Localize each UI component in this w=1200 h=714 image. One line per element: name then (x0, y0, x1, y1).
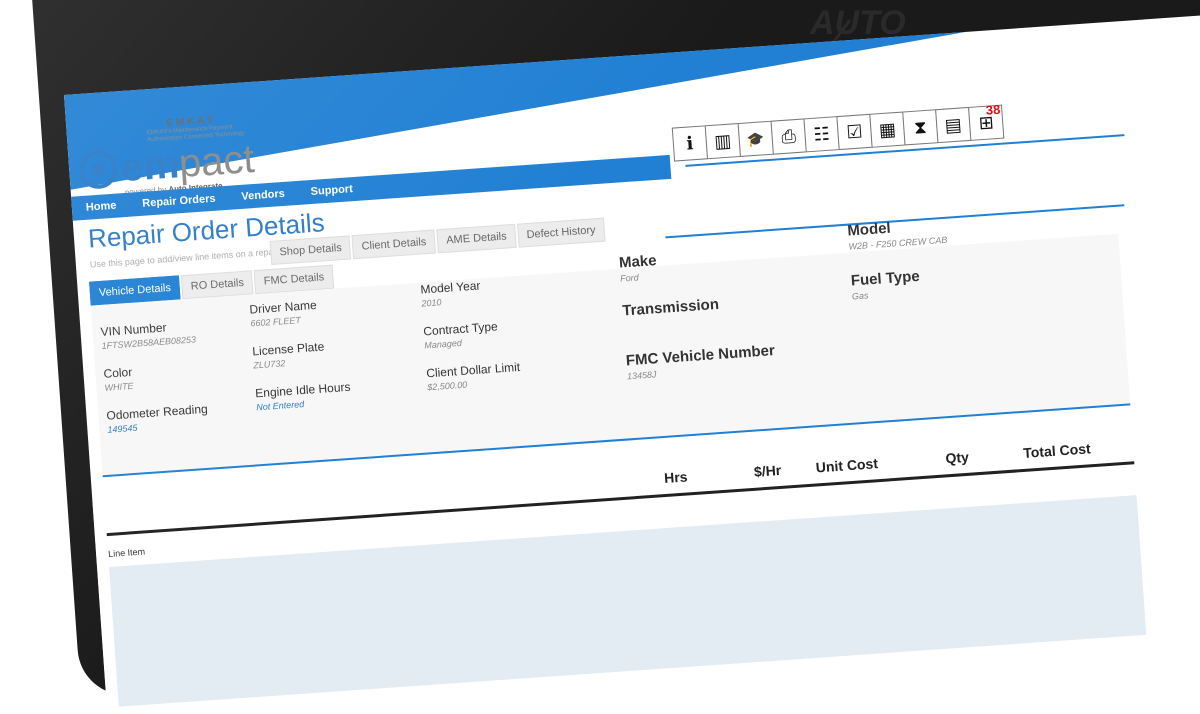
tab-defect-history[interactable]: Defect History (516, 217, 606, 248)
color-field: Color WHITE (103, 365, 134, 393)
color-label: Color (103, 364, 133, 381)
make-value: Ford (619, 272, 639, 284)
approve-button[interactable]: ☑ (836, 113, 873, 151)
model-field: Model W2B - F250 CREW CAB (847, 216, 948, 252)
fuel-type-label: Fuel Type (850, 267, 921, 290)
col-qty: Qty (944, 448, 970, 467)
hourglass-icon: ⧗ (913, 116, 928, 138)
fuel-type-field: Fuel Type Gas (850, 268, 921, 302)
calendar-icon: ▤ (944, 113, 963, 136)
checklist-button[interactable]: ☷ (803, 116, 840, 153)
training-button[interactable]: 🎓 (737, 120, 774, 157)
plate-field: License Plate ZLU732 (252, 339, 326, 370)
training-icon: 🎓 (746, 129, 765, 147)
contract-type-field: Contract Type Managed (423, 319, 499, 350)
logo-pact: pact (177, 136, 256, 187)
schedule-button[interactable]: ▦ (869, 111, 906, 148)
col-total-cost: Total Cost (1022, 440, 1092, 461)
manuals-button[interactable]: ▥ (704, 123, 741, 160)
make-label: Make (618, 252, 658, 272)
print-icon: ⎙ (780, 125, 797, 147)
model-year-value: 2010 (421, 297, 442, 309)
nav-vendors[interactable]: Vendors (241, 188, 285, 203)
idle-hours-field: Engine Idle Hours Not Entered (255, 380, 352, 413)
driver-value: 6602 FLEET (250, 315, 302, 329)
make-field: Make Ford (618, 252, 657, 284)
info-icon: i (685, 132, 695, 155)
odometer-field: Odometer Reading 149545 (106, 402, 209, 435)
notification-badge: 38 (985, 101, 1001, 118)
col-rate: $/Hr (753, 461, 782, 480)
line-item-label: Line Item (107, 546, 146, 560)
schedule-icon: ▦ (878, 118, 897, 140)
info-button[interactable]: i (671, 125, 709, 162)
driver-field: Driver Name 6602 FLEET (249, 298, 318, 329)
fuel-type-value: Gas (851, 290, 869, 302)
tab-shop-details[interactable]: Shop Details (269, 235, 352, 265)
tab-ame-details[interactable]: AME Details (436, 223, 517, 254)
transmission-label: Transmission (621, 295, 720, 320)
dollar-limit-field: Client Dollar Limit $2,500.00 (426, 360, 522, 392)
print-button[interactable]: ⎙ (770, 118, 807, 155)
checklist-icon: ☷ (812, 123, 831, 145)
nav-support[interactable]: Support (310, 183, 353, 198)
logo-em: em (119, 142, 181, 191)
notifications-button[interactable]: ⊞ 38 (968, 101, 1005, 141)
nav-home[interactable]: Home (85, 200, 116, 214)
gear-logo-icon (78, 149, 119, 191)
tab-client-details[interactable]: Client Details (351, 229, 437, 260)
col-hrs: Hrs (663, 468, 689, 487)
transmission-field: Transmission (622, 296, 720, 320)
model-year-field: Model Year 2010 (420, 278, 482, 308)
color-value: WHITE (104, 380, 134, 393)
hourglass-button[interactable]: ⧗ (902, 109, 939, 146)
calendar-button[interactable]: ▤ (935, 106, 972, 144)
vin-field: VIN Number 1FTSW2B58AEB08253 (100, 318, 196, 351)
toolbar: i ▥ 🎓 ⎙ ☷ ☑ ▦ ⧗ ▤ ⊞ 38 (671, 101, 1005, 162)
nav-repair-orders[interactable]: Repair Orders (142, 193, 216, 210)
col-unit-cost: Unit Cost (815, 455, 879, 476)
model-year-label: Model Year (419, 278, 481, 297)
screen: EMKAY EMKAY's Maintenance Payment Author… (64, 8, 1200, 714)
approve-icon: ☑ (845, 120, 864, 142)
fmc-number-field: FMC Vehicle Number 13458J (625, 342, 776, 381)
manuals-icon: ▥ (713, 130, 732, 152)
line-items-body (109, 495, 1147, 707)
